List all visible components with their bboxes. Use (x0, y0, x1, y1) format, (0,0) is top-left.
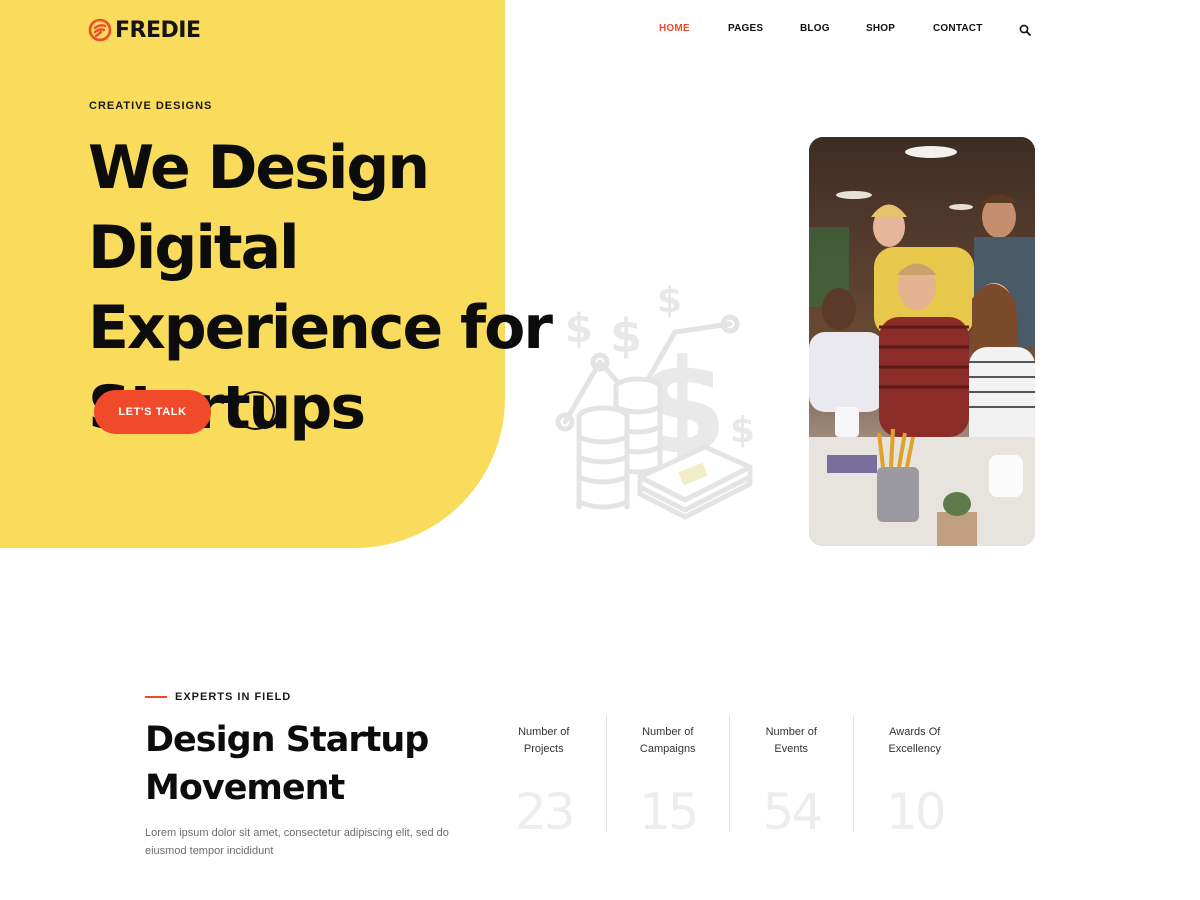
experts-kicker: EXPERTS IN FIELD (145, 690, 291, 704)
experts-title: Design Startup Movement (145, 720, 429, 808)
stat-campaigns: Number of Campaigns 15 (605, 716, 730, 840)
svg-text:$: $ (565, 306, 593, 352)
stat-label: Number of Events (730, 724, 853, 758)
nav-item-contact[interactable]: CONTACT (933, 23, 983, 34)
stat-value: 10 (885, 783, 947, 841)
money-coins-icon: $ $ $ $ $ (555, 280, 755, 520)
stat-awards: Awards Of Excellency 10 (852, 716, 977, 840)
stat-value: 15 (638, 783, 700, 841)
lets-talk-button[interactable]: LET'S TALK (94, 390, 211, 434)
stat-label-line1: Number of (642, 726, 694, 738)
team-meeting-image (809, 137, 1035, 546)
stat-events: Number of Events 54 (729, 716, 853, 840)
experts-kicker-text: EXPERTS IN FIELD (175, 691, 292, 703)
hero-kicker: CREATIVE DESIGNS (89, 100, 213, 112)
nav-item-home[interactable]: HOME (659, 23, 690, 34)
kicker-accent-line (145, 696, 167, 698)
svg-text:$: $ (657, 280, 682, 321)
stat-label-line1: Number of (765, 726, 817, 738)
nav-item-pages[interactable]: PAGES (728, 23, 763, 34)
stat-label-line2: Campaigns (639, 743, 696, 755)
stat-value: 54 (762, 783, 823, 841)
experts-description: Lorem ipsum dolor sit amet, consectetur … (145, 827, 449, 857)
play-icon (252, 406, 260, 415)
stats-row: Number of Projects 23 Number of Campaign… (482, 716, 977, 840)
stat-label-line1: Number of (518, 726, 570, 738)
stat-label: Number of Projects (482, 724, 606, 758)
stat-label-line2: Projects (523, 743, 564, 755)
stat-value: 23 (514, 783, 576, 841)
stat-label-line1: Awards Of (889, 726, 941, 738)
play-video-button[interactable] (236, 391, 275, 430)
nav-item-blog[interactable]: BLOG (800, 23, 830, 34)
team-meeting-photo (809, 137, 1035, 546)
stat-projects: Number of Projects 23 (482, 716, 606, 840)
stat-label-line2: Events (774, 743, 809, 755)
svg-text:$: $ (730, 410, 755, 451)
stat-label: Awards Of Excellency (854, 724, 977, 758)
stat-label-line2: Excellency (888, 743, 942, 755)
search-icon[interactable] (1019, 24, 1031, 36)
nav-item-shop[interactable]: SHOP (866, 23, 895, 34)
stat-label: Number of Campaigns (607, 724, 730, 758)
